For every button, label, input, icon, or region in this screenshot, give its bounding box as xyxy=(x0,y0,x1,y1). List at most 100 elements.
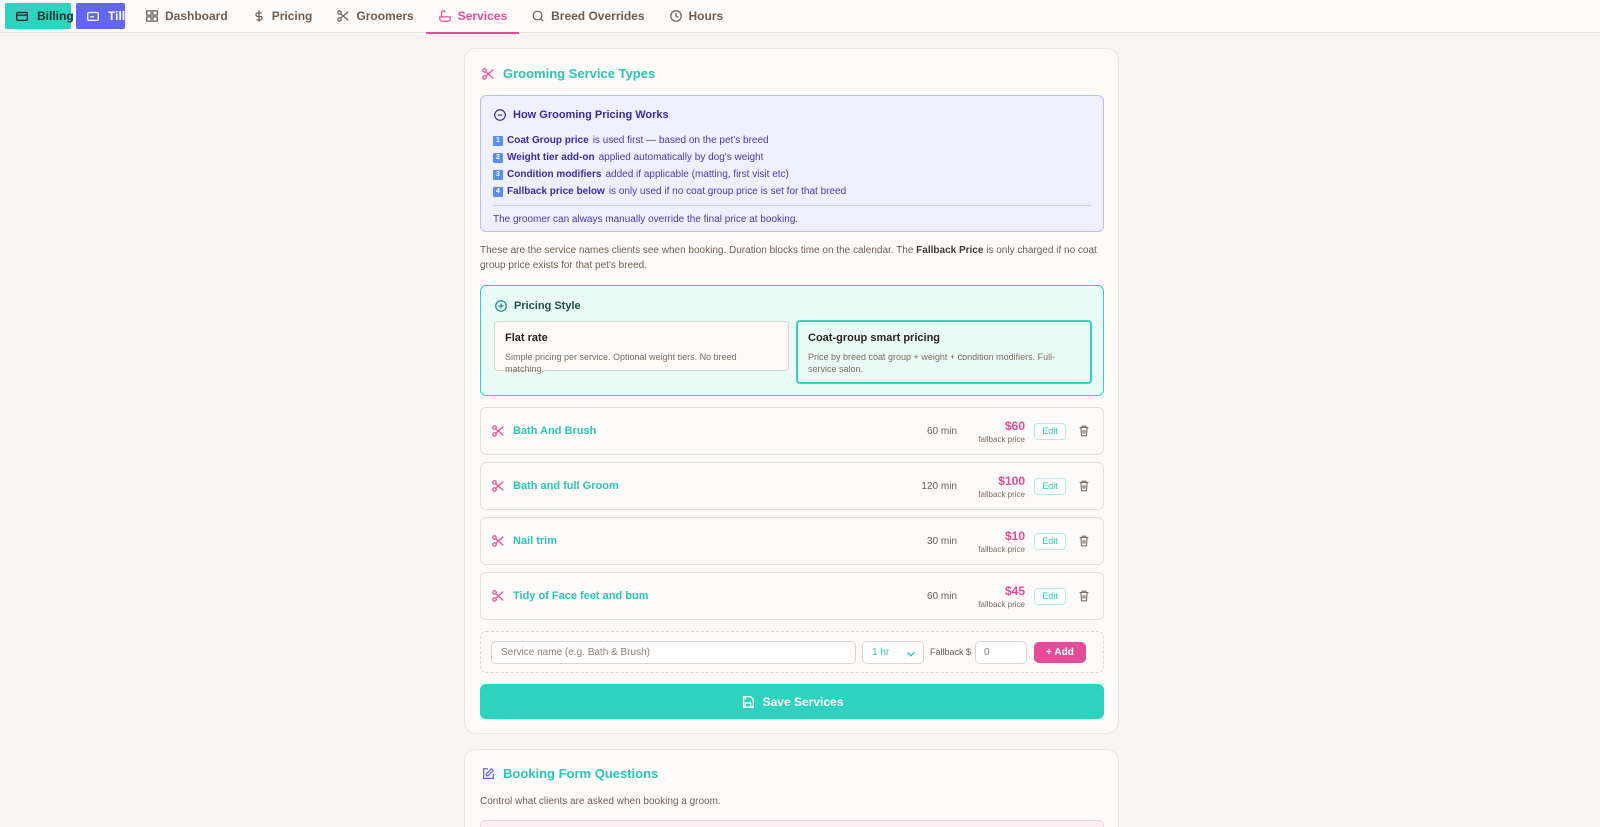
service-duration: 30 min xyxy=(926,536,957,547)
desc-bold: Fallback Price xyxy=(916,245,984,256)
service-row: Tidy of Face feet and bum 60 min $45 fal… xyxy=(480,572,1104,620)
clock-icon xyxy=(669,9,683,23)
step-number-badge: 4 xyxy=(493,186,503,197)
step-text: is only used if no coat group price is s… xyxy=(608,186,847,197)
card-title: Booking Form Questions xyxy=(481,766,658,781)
info-steps: 1 Coat Group price is used first — based… xyxy=(493,132,1091,200)
service-name: Bath and full Groom xyxy=(513,480,619,492)
save-label: Save Services xyxy=(762,694,844,709)
tab-label: Pricing xyxy=(271,9,313,23)
booking-question-item xyxy=(480,820,1104,827)
service-row: Nail trim 30 min $10 fallback price Edit xyxy=(480,517,1104,565)
card-title: Grooming Service Types xyxy=(481,66,655,81)
price-amount: $10 xyxy=(1004,529,1025,543)
info-step: 3 Condition modifiers added if applicabl… xyxy=(493,166,1091,183)
info-step: 1 Coat Group price is used first — based… xyxy=(493,132,1091,149)
pricing-style-title: Pricing Style xyxy=(494,299,581,313)
info-title: How Grooming Pricing Works xyxy=(493,108,1091,122)
scissors-icon xyxy=(491,479,505,493)
scissors-icon xyxy=(336,9,350,23)
tab-label: Services xyxy=(457,9,508,23)
info-step: 2 Weight tier add-on applied automatical… xyxy=(493,149,1091,166)
edit-button[interactable]: Edit xyxy=(1034,478,1066,495)
step-number-badge: 1 xyxy=(493,135,503,146)
grid-icon xyxy=(145,9,159,23)
info-title-text: How Grooming Pricing Works xyxy=(513,109,669,121)
edit-button[interactable]: Edit xyxy=(1034,533,1066,550)
pricing-option-flat-rate[interactable]: Flat rate Simple pricing per service. Op… xyxy=(494,321,789,374)
services-description: These are the service names clients see … xyxy=(480,243,1100,273)
scissors-icon xyxy=(491,424,505,438)
tab-breed-overrides[interactable]: Breed Overrides xyxy=(519,0,656,33)
price-note: fallback price xyxy=(978,490,1025,499)
step-text: is used first — based on the pet's breed xyxy=(592,135,769,146)
service-row: Bath and full Groom 120 min $100 fallbac… xyxy=(480,462,1104,510)
step-number-badge: 2 xyxy=(493,152,503,163)
duration-value: 1 hr xyxy=(872,647,890,658)
trash-icon[interactable] xyxy=(1077,534,1091,548)
tab-label: Breed Overrides xyxy=(551,9,645,23)
service-duration: 120 min xyxy=(921,481,957,492)
edit-button[interactable]: Edit xyxy=(1034,423,1066,440)
add-service-button[interactable]: + Add xyxy=(1034,642,1086,663)
service-duration: 60 min xyxy=(926,426,957,437)
billing-label: Billing xyxy=(37,9,74,23)
tab-hours[interactable]: Hours xyxy=(657,0,736,33)
price-note: fallback price xyxy=(978,545,1025,554)
service-name-input[interactable]: Service name (e.g. Bath & Brush) xyxy=(491,641,856,664)
step-bold: Fallback price below xyxy=(507,186,605,197)
trash-icon[interactable] xyxy=(1077,479,1091,493)
edit-button[interactable]: Edit xyxy=(1034,588,1066,605)
credit-card-icon xyxy=(15,9,29,23)
price-amount: $100 xyxy=(998,474,1025,488)
service-duration: 60 min xyxy=(926,591,957,602)
dollar-icon xyxy=(252,9,266,23)
trash-icon[interactable] xyxy=(1077,424,1091,438)
service-name: Tidy of Face feet and bum xyxy=(513,590,649,602)
pricing-info-box: How Grooming Pricing Works 1 Coat Group … xyxy=(480,95,1104,232)
step-number-badge: 3 xyxy=(493,169,503,180)
service-price: $60 fallback price xyxy=(978,419,1025,444)
option-subtitle: Price by breed coat group + weight + con… xyxy=(808,352,1056,374)
bath-icon xyxy=(438,9,452,23)
step-bold: Coat Group price xyxy=(507,135,589,146)
info-step: 4 Fallback price below is only used if n… xyxy=(493,183,1091,200)
service-name: Nail trim xyxy=(513,535,558,547)
fallback-price-input[interactable]: 0 xyxy=(975,641,1027,664)
price-note: fallback price xyxy=(978,600,1025,609)
tab-label: Hours xyxy=(688,9,724,23)
service-name: Bath And Brush xyxy=(513,425,597,437)
scissors-icon xyxy=(481,67,495,81)
option-title: Flat rate xyxy=(505,332,548,344)
tab-label: Dashboard xyxy=(165,9,228,23)
tab-groomers[interactable]: Groomers xyxy=(324,0,425,33)
option-subtitle: Simple pricing per service. Optional wei… xyxy=(505,352,737,374)
trash-icon[interactable] xyxy=(1077,589,1091,603)
service-price: $45 fallback price xyxy=(978,584,1025,609)
pricing-option-coat-group[interactable]: Coat-group smart pricing Price by breed … xyxy=(796,320,1092,384)
pricing-style-box: Pricing Style Flat rate Simple pricing p… xyxy=(480,285,1104,396)
tab-dashboard[interactable]: Dashboard xyxy=(133,0,240,33)
plus-circle-icon xyxy=(494,299,508,313)
option-title: Coat-group smart pricing xyxy=(808,332,941,344)
step-bold: Condition modifiers xyxy=(507,169,602,180)
save-services-button[interactable]: Save Services xyxy=(480,684,1104,719)
duration-select[interactable]: 1 hr xyxy=(862,641,924,664)
fallback-label: Fallback $ xyxy=(930,647,972,657)
price-note: fallback price xyxy=(978,435,1025,444)
till-label: Till xyxy=(108,9,126,23)
tab-services[interactable]: Services xyxy=(425,0,520,34)
tab-pricing[interactable]: Pricing xyxy=(240,0,325,33)
grooming-service-types-card: Grooming Service Types How Grooming Pric… xyxy=(464,48,1119,734)
till-button[interactable]: Till xyxy=(76,3,125,29)
price-amount: $45 xyxy=(1004,584,1025,598)
step-bold: Weight tier add-on xyxy=(507,152,595,163)
add-service-row: Service name (e.g. Bath & Brush) 1 hr Fa… xyxy=(480,631,1104,673)
billing-button[interactable]: Billing xyxy=(5,3,74,29)
card-title-text: Grooming Service Types xyxy=(503,66,656,81)
info-icon xyxy=(493,108,507,122)
scissors-icon xyxy=(491,589,505,603)
save-icon xyxy=(741,695,755,709)
desc-pre: These are the service names clients see … xyxy=(480,245,914,256)
search-icon xyxy=(531,9,545,23)
